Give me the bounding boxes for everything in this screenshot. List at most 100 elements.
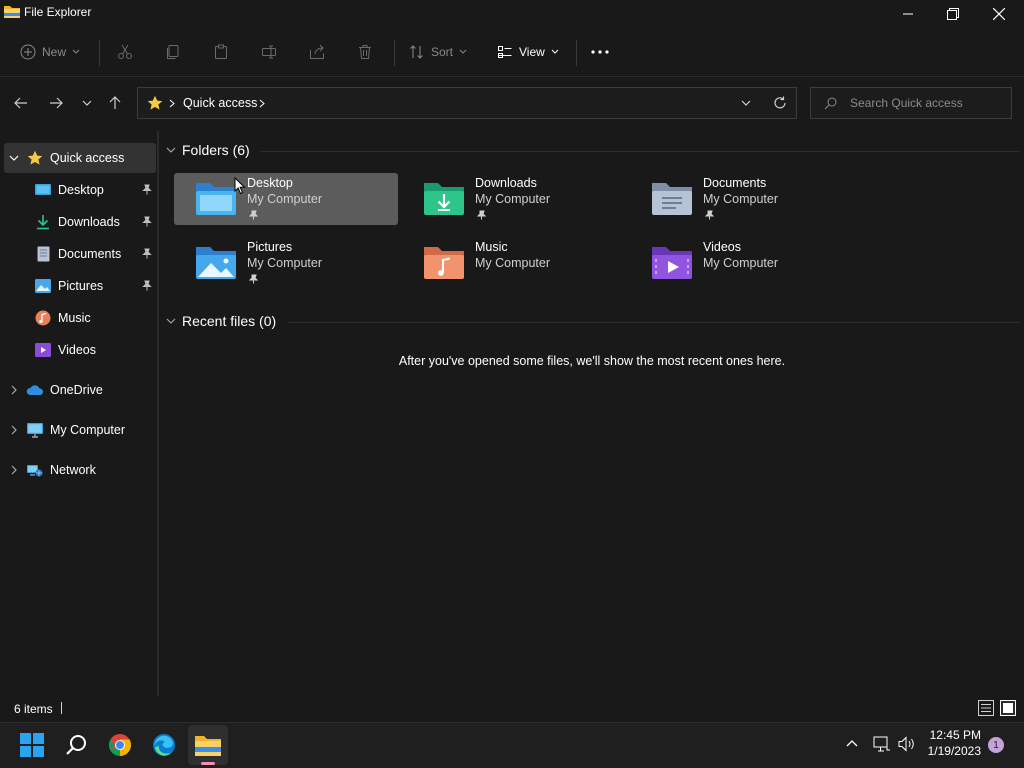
forward-button[interactable] [44,91,68,115]
arrow-up-icon [109,96,121,110]
chrome-icon [108,733,132,757]
folder-tile-documents[interactable]: Documents My Computer [630,173,854,225]
mouse-cursor-icon [234,177,246,195]
file-explorer-taskbar-button[interactable] [188,725,228,765]
details-view-button[interactable] [978,700,994,716]
delete-button[interactable] [357,38,373,66]
taskbar: 12:45 PM 1/19/2023 1 [0,722,1024,768]
copy-button[interactable] [165,38,181,66]
sidebar-item-videos[interactable]: Videos [4,335,156,365]
share-button[interactable] [309,38,325,66]
view-icon [497,44,513,60]
download-icon [32,214,54,230]
star-icon [24,150,46,166]
restore-button[interactable] [930,0,976,28]
music-icon [32,310,54,326]
breadcrumb-chevron-icon[interactable] [259,99,265,108]
sidebar-item-quick-access[interactable]: Quick access [4,143,156,173]
folder-tile-desktop[interactable]: Desktop My Computer [174,173,398,225]
edge-icon [152,733,176,757]
pin-icon [705,210,714,220]
network-status-icon[interactable] [873,736,891,752]
folder-tile-downloads[interactable]: Downloads My Computer [402,173,626,225]
refresh-icon [773,96,787,110]
refresh-button[interactable] [768,91,792,115]
view-label: View [519,45,545,59]
title-bar[interactable]: File Explorer [0,0,1024,28]
minimize-button[interactable] [885,0,931,28]
sidebar-item-label: My Computer [50,423,126,437]
chevron-down-icon[interactable] [4,155,24,161]
folder-location: My Computer [475,256,551,270]
up-button[interactable] [103,91,127,115]
search-box[interactable]: Search Quick access [810,87,1012,119]
paste-button[interactable] [213,38,229,66]
recent-section-toggle[interactable]: Recent files (0) [166,313,276,329]
toolbar-separator [576,40,577,66]
chevron-right-icon[interactable] [4,465,24,475]
sort-button[interactable]: Sort [409,38,467,66]
breadcrumb-separator-icon [169,99,175,108]
navigation-pane: Quick access Desktop Downloads Documents… [0,131,158,696]
tiles-view-button[interactable] [1000,700,1016,716]
recent-empty-message: After you've opened some files, we'll sh… [398,354,786,368]
folder-location: My Computer [247,256,323,270]
scissors-icon [117,44,133,60]
sidebar-item-label: Network [50,463,96,477]
clock[interactable]: 12:45 PM 1/19/2023 [911,728,981,758]
sidebar-item-desktop[interactable]: Desktop [4,175,156,205]
folder-tile-pictures[interactable]: Pictures My Computer [174,237,398,289]
folder-location: My Computer [247,192,323,206]
section-divider [288,322,1020,323]
sidebar-item-network[interactable]: Network [4,455,156,485]
pin-icon [142,216,152,227]
sidebar-item-pictures[interactable]: Pictures [4,271,156,301]
sidebar-item-onedrive[interactable]: OneDrive [4,375,156,405]
sidebar-item-label: OneDrive [50,383,103,397]
chevron-right-icon[interactable] [4,385,24,395]
sidebar-item-label: Desktop [58,183,104,197]
sidebar-item-downloads[interactable]: Downloads [4,207,156,237]
chevron-down-icon [166,147,176,153]
start-button[interactable] [12,725,52,765]
toolbar-separator [394,40,395,66]
recent-locations-button[interactable] [75,91,99,115]
breadcrumb-quick-access[interactable]: Quick access [183,96,257,110]
address-history-button[interactable] [741,100,751,106]
folder-name: Pictures [247,240,293,254]
back-button[interactable] [9,91,33,115]
search-taskbar-button[interactable] [56,725,96,765]
folder-tile-music[interactable]: Music My Computer [402,237,626,289]
status-separator [61,702,62,714]
desktop-icon [32,183,54,197]
view-button[interactable]: View [497,38,559,66]
videos-folder-icon [650,243,694,281]
folders-section-toggle[interactable]: Folders (6) [166,142,250,158]
folder-tile-videos[interactable]: Videos My Computer [630,237,854,289]
trash-icon [357,44,373,60]
notification-badge[interactable]: 1 [988,737,1004,753]
cut-button[interactable] [117,38,133,66]
chevron-down-icon [82,100,92,106]
sidebar-item-my-computer[interactable]: My Computer [4,415,156,445]
new-button[interactable]: New [20,38,80,66]
close-button[interactable] [976,0,1022,28]
search-icon [824,97,837,110]
pane-splitter[interactable] [157,131,159,696]
show-hidden-icons-button[interactable] [846,739,858,747]
sidebar-item-documents[interactable]: Documents [4,239,156,269]
chrome-taskbar-button[interactable] [100,725,140,765]
cloud-icon [24,384,46,396]
sidebar-item-music[interactable]: Music [4,303,156,333]
chevron-right-icon[interactable] [4,425,24,435]
document-icon [32,246,54,262]
chevron-down-icon [459,49,467,55]
edge-taskbar-button[interactable] [144,725,184,765]
music-folder-icon [422,243,466,281]
more-options-button[interactable] [591,38,609,66]
sidebar-item-label: Music [58,311,91,325]
rename-button[interactable] [261,38,277,66]
file-explorer-icon [4,4,20,18]
address-bar[interactable]: Quick access [137,87,797,119]
sidebar-item-label: Downloads [58,215,120,229]
